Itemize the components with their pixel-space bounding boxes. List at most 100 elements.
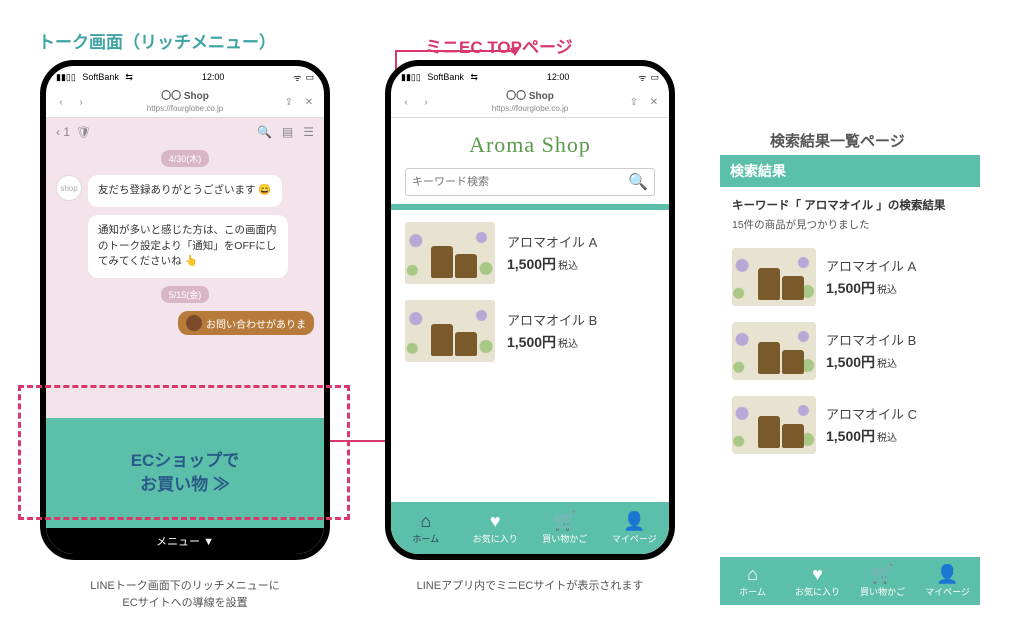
cart-icon: 🛒 (871, 565, 893, 583)
message-row: お問い合わせがありま (46, 307, 324, 339)
caption-phone2: LINEアプリ内でミニECサイトが表示されます (410, 578, 650, 595)
results-header: 検索結果 (720, 155, 980, 187)
product-row[interactable]: アロマオイル A 1,500円税込 (720, 240, 980, 314)
flow-arrow (395, 50, 515, 52)
message-bubble: 友だち登録ありがとうございます 😄 (88, 175, 282, 207)
results-count: 15件の商品が見つかりました (720, 217, 980, 240)
product-price: 1,500円税込 (826, 426, 968, 446)
product-row[interactable]: アロマオイル B 1,500円税込 (720, 314, 980, 388)
caption-phone1: LINEトーク画面下のリッチメニューに ECサイトへの導線を設置 (80, 578, 290, 611)
search-icon[interactable]: 🔍 (628, 172, 648, 192)
product-image (405, 300, 495, 362)
status-bar: ▮▮▯▯ SoftBank ⇆ 12:00 ᯤ ▭ (46, 66, 324, 88)
search-input[interactable] (412, 176, 628, 188)
share-icon[interactable]: ⇪ (627, 97, 641, 108)
product-name: アロマオイル B (826, 330, 968, 349)
clock: 12:00 (547, 72, 570, 82)
message-row: 通知が多いと感じた方は、この画面内のトーク設定より「通知」をOFFにしてみてくだ… (46, 211, 324, 282)
shield-icon: 🛡 (76, 125, 91, 139)
browser-url-bar: ‹ › 〇〇 Shop https://fourglobe.co.jp ⇪ ✕ (46, 88, 324, 118)
browser-url-bar: ‹ › 〇〇 Shop https://fourglobe.co.jp ⇪ ✕ (391, 88, 669, 118)
chat-back[interactable]: ‹ 1 (56, 125, 70, 139)
battery-icon: ▭ (305, 72, 314, 83)
carrier-label: SoftBank (82, 72, 119, 82)
point-icon: 👆 (185, 255, 198, 267)
menu-bar-toggle[interactable]: メニュー ▼ (46, 528, 324, 554)
tab-home[interactable]: ⌂ ホーム (391, 502, 461, 554)
back-button[interactable]: ‹ (54, 97, 68, 108)
bear-icon (186, 315, 202, 331)
date-chip: 5/15(金) (161, 286, 210, 303)
clock: 12:00 (202, 72, 225, 82)
product-price: 1,500円税込 (507, 254, 655, 274)
ec-body: Aroma Shop 🔍 アロマオイル A 1,500円税込 アロマオイル B (391, 118, 669, 554)
status-bar: ▮▮▯▯ SoftBank ⇆ 12:00 ᯤ ▭ (391, 66, 669, 88)
tab-cart[interactable]: 🛒 買い物かご (850, 557, 915, 605)
product-row[interactable]: アロマオイル B 1,500円税込 (391, 288, 669, 366)
phone-ec-top: ▮▮▯▯ SoftBank ⇆ 12:00 ᯤ ▭ ‹ › 〇〇 Shop ht… (385, 60, 675, 560)
forward-button[interactable]: › (419, 97, 433, 108)
close-icon[interactable]: ✕ (647, 97, 661, 108)
heading-ectop: ミニEC TOPページ (425, 33, 573, 58)
product-price: 1,500円税込 (826, 278, 968, 298)
product-image (405, 222, 495, 284)
tab-favorites[interactable]: ♥ お気に入り (785, 557, 850, 605)
heading-talk: トーク画面（リッチメニュー） (38, 28, 276, 53)
back-button[interactable]: ‹ (399, 97, 413, 108)
smile-icon: 😄 (258, 184, 271, 196)
avatar[interactable]: shop (56, 175, 82, 201)
message-bubble: お問い合わせがありま (178, 311, 314, 335)
cart-icon: 🛒 (554, 512, 576, 530)
tab-favorites[interactable]: ♥ お気に入り (461, 502, 531, 554)
product-row[interactable]: アロマオイル C 1,500円税込 (720, 388, 980, 462)
note-icon[interactable]: ▤ (282, 125, 293, 139)
bottom-tab-bar: ⌂ ホーム ♥ お気に入り 🛒 買い物かご 👤 マイページ (720, 557, 980, 605)
signal-icon: ▮▮▯▯ (401, 72, 423, 83)
tab-cart[interactable]: 🛒 買い物かご (530, 502, 600, 554)
home-icon: ⌂ (420, 512, 431, 530)
bottom-tab-bar: ⌂ ホーム ♥ お気に入り 🛒 買い物かご 👤 マイページ (391, 502, 669, 554)
rich-menu-button[interactable]: ECショップで お買い物 ≫ (46, 418, 324, 528)
tab-mypage[interactable]: 👤 マイページ (915, 557, 980, 605)
menu-icon[interactable]: ☰ (303, 125, 314, 139)
tab-mypage[interactable]: 👤 マイページ (600, 502, 670, 554)
chat-body: ‹ 1 🛡 🔍 ▤ ☰ 4/30(木) shop 友だち登録ありがとうございます… (46, 118, 324, 554)
product-image (732, 248, 816, 306)
battery-icon: ▭ (650, 72, 659, 83)
product-image (732, 396, 816, 454)
wifi-icon: ᯤ (293, 71, 301, 84)
product-price: 1,500円税込 (826, 352, 968, 372)
page-url: https://fourglobe.co.jp (94, 103, 276, 115)
results-list: アロマオイル A 1,500円税込 アロマオイル B 1,500円税込 (720, 240, 980, 557)
wifi-icon: ⇆ (123, 72, 133, 83)
search-icon[interactable]: 🔍 (257, 125, 272, 139)
shop-logo: Aroma Shop (391, 118, 669, 168)
search-results-panel: 検索結果 キーワード「 アロマオイル 」の検索結果 15件の商品が見つかりました… (720, 155, 980, 605)
user-icon: 👤 (936, 565, 958, 583)
wifi-icon: ᯤ (638, 71, 646, 84)
product-name: アロマオイル C (826, 404, 968, 423)
heart-icon: ♥ (490, 512, 501, 530)
heading-search-results: 検索結果一覧ページ (770, 130, 905, 151)
forward-button[interactable]: › (74, 97, 88, 108)
product-name: アロマオイル A (507, 232, 655, 251)
results-keyword: キーワード「 アロマオイル 」の検索結果 (720, 187, 980, 217)
page-title: 〇〇 Shop (94, 91, 276, 103)
message-bubble: 通知が多いと感じた方は、この画面内のトーク設定より「通知」をOFFにしてみてくだ… (88, 215, 288, 278)
carrier-label: SoftBank (427, 72, 464, 82)
search-field[interactable]: 🔍 (405, 168, 655, 196)
share-icon[interactable]: ⇪ (282, 97, 296, 108)
product-name: アロマオイル A (826, 256, 968, 275)
date-chip: 4/30(木) (161, 150, 210, 167)
close-icon[interactable]: ✕ (302, 97, 316, 108)
user-icon: 👤 (623, 512, 645, 530)
home-icon: ⌂ (747, 565, 758, 583)
product-row[interactable]: アロマオイル A 1,500円税込 (391, 210, 669, 288)
wifi-icon: ⇆ (468, 72, 478, 83)
tab-home[interactable]: ⌂ ホーム (720, 557, 785, 605)
message-row: shop 友だち登録ありがとうございます 😄 (46, 171, 324, 211)
chat-toolbar: ‹ 1 🛡 🔍 ▤ ☰ (46, 118, 324, 146)
product-name: アロマオイル B (507, 310, 655, 329)
signal-icon: ▮▮▯▯ (56, 72, 78, 83)
page-title: 〇〇 Shop (439, 91, 621, 103)
